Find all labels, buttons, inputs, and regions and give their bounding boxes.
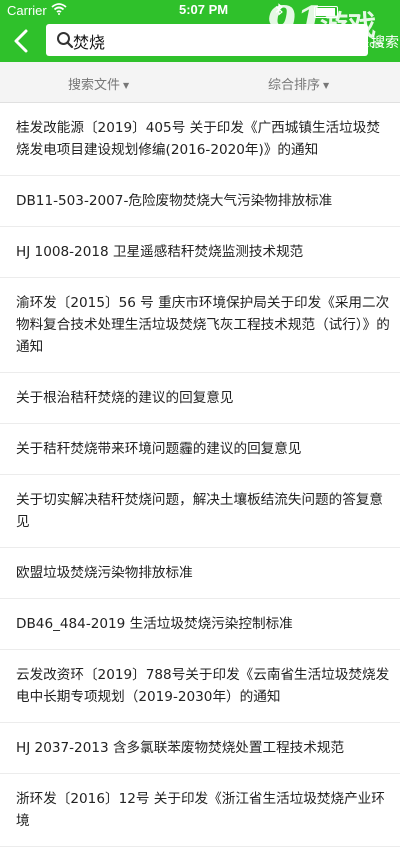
list-item[interactable]: DB11-503-2007-危险废物焚烧大气污染物排放标准: [0, 176, 400, 227]
list-item[interactable]: HJ 2037-2013 含多氯联苯废物焚烧处置工程技术规范: [0, 723, 400, 774]
filter-bar: 搜索文件 ▼ 综合排序 ▼: [0, 62, 400, 103]
wifi-icon: [51, 3, 67, 15]
caret-down-icon: ▼: [123, 81, 130, 90]
result-list: 桂发改能源〔2019〕405号 关于印发《广西城镇生活垃圾焚烧发电项目建设规划修…: [0, 103, 400, 847]
list-item[interactable]: 云发改资环〔2019〕788号关于印发《云南省生活垃圾焚烧发电中长期专项规划（2…: [0, 650, 400, 723]
search-input[interactable]: 焚烧: [46, 24, 368, 56]
list-item[interactable]: 桂发改能源〔2019〕405号 关于印发《广西城镇生活垃圾焚烧发电项目建设规划修…: [0, 103, 400, 176]
file-filter-dropdown[interactable]: 搜索文件 ▼: [68, 74, 129, 93]
carrier-label: Carrier: [7, 3, 47, 18]
list-item[interactable]: DB46_484-2019 生活垃圾焚烧污染控制标准: [0, 599, 400, 650]
list-item[interactable]: 关于根治秸秆焚烧的建议的回复意见: [0, 373, 400, 424]
sort-dropdown[interactable]: 综合排序 ▼: [268, 74, 329, 93]
clock: 5:07 PM: [179, 2, 229, 17]
list-item[interactable]: 浙环发〔2016〕12号 关于印发《浙江省生活垃圾焚烧产业环境: [0, 774, 400, 847]
back-arrow-icon[interactable]: [10, 27, 34, 55]
file-filter-label: 搜索文件: [68, 78, 121, 93]
list-item[interactable]: 关于秸秆焚烧带来环境问题霾的建议的回复意见: [0, 424, 400, 475]
list-item[interactable]: 渝环发〔2015〕56 号 重庆市环境保护局关于印发《采用二次物料复合技术处理生…: [0, 278, 400, 373]
sort-label: 综合排序: [268, 78, 321, 93]
list-item[interactable]: HJ 1008-2018 卫星遥感秸秆焚烧监测技术规范: [0, 227, 400, 278]
list-item[interactable]: 关于切实解决秸秆焚烧问题，解决土壤板结流失问题的答复意见: [0, 475, 400, 548]
search-button[interactable]: 搜索: [371, 32, 399, 52]
search-query: 焚烧: [73, 33, 106, 52]
status-bar: Carrier 5:07 PM: [0, 0, 400, 20]
list-item[interactable]: 欧盟垃圾焚烧污染物排放标准: [0, 548, 400, 599]
battery-icon: [314, 6, 338, 18]
bluetooth-icon: [275, 3, 283, 16]
top-bar: Carrier 5:07 PM 焚烧 搜索 91 游戏 91danji.com: [0, 0, 400, 62]
search-icon: [57, 32, 74, 49]
caret-down-icon: ▼: [323, 81, 330, 90]
